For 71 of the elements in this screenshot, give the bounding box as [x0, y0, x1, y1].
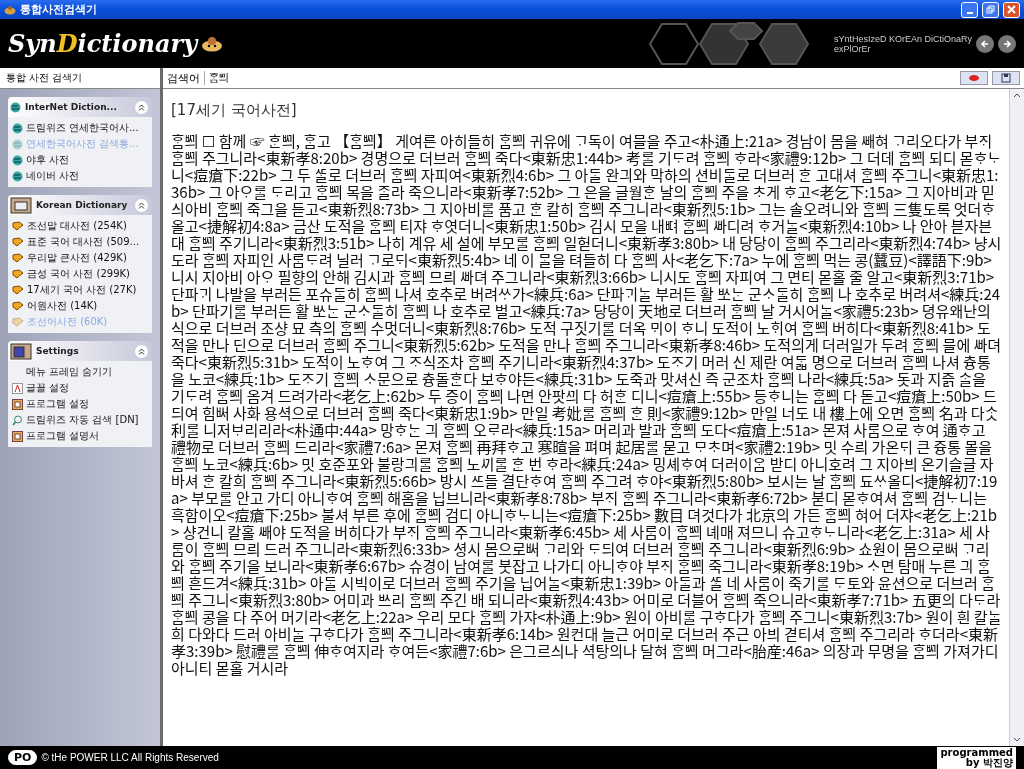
chevron-icon	[138, 201, 145, 209]
save-button[interactable]	[992, 71, 1020, 85]
film-icon	[12, 430, 23, 442]
save-icon	[1001, 73, 1011, 83]
panel-title: Settings	[36, 346, 80, 356]
restore-icon	[986, 5, 995, 14]
close-button[interactable]	[1003, 1, 1020, 18]
chevron-icon	[138, 103, 145, 111]
app-logo: SynDictionary	[8, 29, 198, 58]
sidebar-item[interactable]: 금성 국어 사전 (299K)	[12, 267, 148, 281]
eraser-button[interactable]	[960, 71, 988, 85]
result-title: [17세기 국어사전]	[171, 100, 298, 120]
globe-icon	[12, 154, 23, 166]
sidebar-item[interactable]: 드림위즈 연세한국어사...	[12, 121, 148, 135]
sidebar-item[interactable]: 프로그램 설정	[12, 397, 148, 411]
book-icon	[12, 253, 24, 263]
sidebar-item[interactable]: 글꼴 설정	[12, 381, 148, 395]
book-icon	[12, 269, 24, 279]
font-icon	[12, 382, 23, 394]
app-icon	[4, 4, 16, 15]
restore-button[interactable]	[982, 1, 999, 18]
globe-icon	[12, 138, 23, 150]
sidebar-item[interactable]: 어원사전 (14K)	[12, 299, 148, 313]
film-icon	[12, 398, 23, 410]
tagline-text: exPlOrEr	[833, 43, 872, 54]
mascot-icon	[201, 35, 224, 52]
sidebar-item[interactable]: 메뉴 프레임 숨기기	[12, 365, 148, 379]
sidebar-item[interactable]: 조선말 대사전 (254K)	[12, 219, 148, 233]
globe-icon	[10, 101, 21, 113]
window-title: 통합사전검색기	[20, 2, 98, 17]
search-label: 검색어	[167, 70, 200, 86]
magnifier-icon	[12, 414, 23, 426]
monitor-icon	[10, 342, 32, 360]
right-arrow-icon	[1002, 38, 1012, 49]
collapse-button[interactable]	[135, 100, 148, 114]
book-icon	[12, 301, 24, 311]
sidebar-item[interactable]: 프로그램 설명서	[12, 429, 148, 443]
search-field[interactable]: ᄒᆞᆷᄢᅴ	[204, 71, 956, 85]
tagline-text: sYntHesIzeD KOrEAn DiCtiOnaRy	[833, 33, 972, 44]
panel-title: Korean Dictionary	[36, 200, 129, 210]
company-logo: PO	[8, 750, 38, 765]
close-icon	[1007, 5, 1016, 14]
book-icon	[12, 221, 24, 231]
sidebar-item[interactable]: 네이버 사전	[12, 169, 148, 183]
sidebar-item[interactable]: 드림위즈 자동 검색 [DN]	[12, 413, 148, 427]
minimize-button[interactable]	[961, 1, 978, 18]
sidebar-item[interactable]: 야후 사전	[12, 153, 148, 167]
panel-header[interactable]: Settings	[8, 341, 152, 361]
sidebar-title: 통합 사전 검색기	[6, 71, 83, 85]
book-icon	[12, 237, 24, 247]
chevron-icon	[138, 347, 145, 355]
left-arrow-icon	[980, 38, 990, 49]
sidebar-item[interactable]: 17세기 국어 사전 (27K)	[12, 283, 148, 297]
copyright-text: © tHe POWER LLC All Rights Reserved	[41, 752, 220, 763]
minimize-icon	[966, 12, 973, 14]
sidebar-item[interactable]: 표준 국어 대사전 (509...	[12, 235, 148, 249]
book-icon	[12, 285, 24, 295]
panel-header[interactable]: Korean Dictionary	[8, 195, 152, 215]
panel-header[interactable]: InterNet Diction...	[8, 97, 152, 117]
globe-icon	[12, 122, 23, 134]
back-button[interactable]	[976, 34, 994, 53]
collapse-button[interactable]	[135, 198, 148, 212]
credit-badge: programmed by 박진양	[937, 746, 1016, 769]
sidebar-item[interactable]: 우리말 큰사전 (429K)	[12, 251, 148, 265]
collapse-button[interactable]	[135, 344, 148, 358]
scrollbar[interactable]	[1009, 89, 1024, 746]
panel-title: InterNet Diction...	[25, 102, 118, 112]
forward-button[interactable]	[998, 34, 1016, 53]
book-icon	[12, 317, 24, 327]
result-text: ᄒᆞᆷᄢᅴ ☐ 함께 ☞ ᄒᆞᆫᄢᅴ, ᄒᆞᆷ고 【ᄒᆞᆷᄢᅴ】 게여른 아히들히 ᄒᆞᆷᄢᅴ 귀유에 ᄀᆞ독이 여믈을 주고<朴通上:21a> 경남이 몸을 ᄲᅢ혀 ᄀᆞ리오다가 부ᄌᆡ ᄒᆞᆷᄢᅴ 주그니라<東新孝8:20b> 경명으로 더브러 ᄒᆞᆷᄢᅴ 죽다<東新忠1:44b> 考ᄅᆞᆯ 기ᄃᆞ려 ᄒᆞᆷᄢᅴ ᄒᆞ라<家禮9:12b> 그 더데 ᄒᆞᆷᄢᅴ 되디 몯ᄒᆞᄂᆞ니<痘瘡下:22b> 그 두 ᄯᆞᆯ로 더브러 ᄒᆞᆷᄢᅴ 자피여<東新烈4:6b> 그 아ᄃᆞᆯ 완긔와 막하의 션비ᄃᆞᆯ로 더브러 ᄒᆞᆫ 고대셔 ᄒᆞᆷᄢᅴ 주그니<東新忠1:36b> 그 아ᄋᆞᄅᆞᆯ ᄃᆞ리고 ᄒᆞᆷᄢᅴ 목을 ᄌᆞᆯ라 죽으니라<東新孝7:52b> 그 은을 글월ᄒᆞᆫ 날의 ᄒᆞᆷᄢᅴ 주을 ᄎᆞ게 ᄒᆞ고<老乞下:15a> 그 지아비과 믿 싀아비 ᄒᆞᆷᄢᅴ 죽그을 듣고<東新烈8:73b> 그 지아비ᄅᆞᆯ 품고 ᄒᆞᆫ 칼히 ᄒᆞᆷᄢᅴ 주그니라<東新烈5:1b> 그는 솔오려니와 ᄒᆞᆷᄢᅴ 三隻도록 엇더ᄒᆞ올고<捷解初4:8a> 금산 도적을 ᄒᆞᆷᄢᅴ 티쟈 ᄒᆞ엿더니<東新忠1:50b> 김시 모을 내ᄠᅧ ᄒᆞᆷᄢᅴ ᄲᅡ디려 ᄒᆞ거ᄂᆞᆯ<東新烈4:10b> 나 안아 븓자븐대 ᄒᆞᆷᄢᅴ 주기니라<東新烈3:51b> 나히 계유 세 설에 부모ᄅᆞᆯ ᄒᆞᆷᄢᅴ 일헏더니<東新孝3:80b> 내 당당이 ᄒᆞᆷᄢᅴ 주그리라<東新烈4:74b> 냥시 도라 ᄒᆞᆷᄢᅴ 자피인 사ᄅᆞᆷᄃᆞ려 닐러 ᄀᆞ로ᄃᆡ<東新烈5:4b> 네 이 ᄆᆞᆯ을 텨들히 다 ᄒᆞᆷᄢᅴ 사<老乞下:7a> 누에 ᄒᆞᆷᄢᅴ 먹는 콩(蠶豆)<譯語下:9b> 니시 지아비 아ᄋᆞ 필향의 안해 김시과 ᄒᆞᆷᄢᅴ 므릐 ᄲᅡ뎌 주그니라<東新烈3:66b> 니시도 ᄒᆞᆷᄢᅴ 자피여 그 면티 몯홀 줄 알고<東新烈3:71b> 단파ᄀᆡ 나발을 부러든 포슈ᄃᆞᆯ히 ᄒᆞᆷᄢᅴ 나셔 호추로 버려ᄊᆞ가<練兵:6a> 단파ᄀᆡᄂᆞᆯ 부러든 활 ᄡᅩᄂᆞᆫ 군ᄉᆞᄃᆞᆯ히 ᄒᆞᆷᄢᅴ 나 호추로 버려셔<練兵:24b> 단파기ᄅᆞᆯ 부러든 활 ᄡᅩᄂᆞᆫ 군ᄉᆞᄃᆞᆯ히 ᄒᆞᆷᄢᅴ 나 호추로 벌고<練兵:7a> 당당이 天地로 더브러 ᄒᆞᆷᄢᅴ 날 거시어ᄂᆞᆯ<家禮5:23b> 뎡유왜난의 식으로 더브러 조샹 묘 측의 ᄒᆞᆷᄢᅴ 수멋더니<東新烈8:76b> 도적 구짓기ᄅᆞᆯ 더옥 ᄆᆡ이 ᄒᆞ니 도적이 노ᄒᆡ여 ᄒᆞᆷᄢᅴ 버히다<東新烈8:41b> 도적을 만나 딘으로 더브러 ᄒᆞᆷᄢᅴ 주그니<東新烈5:62b> 도적을 만나 ᄒᆞᆷᄢᅴ 주그니라<東新孝8:46b> 도적의게 더러일가 두려 ᄒᆞᆷᄢᅴ 믈에 ᄲᅡ뎌 죽다<東新烈5:31b> 도적이 노ᄒᆞ여 그 ᄌᆞ식조차 ᄒᆞᆷᄢᅴ 주기니라<東新烈4:37b> 도ᄌᆞ기 머러 신 제란 여ᄃᆞᆲ 명으로 더브러 ᄒᆞᆷᄢᅴ 나셔 츙통을 노코<練兵:1b> 도ᄌᆞ기 ᄒᆞᆷᄢᅴ ᄉᆞ문으로 츙돌ᄒᆞᆫ다 보ᄒᆞ야든<練兵:31b> 도죽과 맛셔신 즉 군조차 ᄒᆞᆷᄢᅴ 나라<練兵:5a> 돗과 지즑 ᄉᆞᆯ을 기ᄃᆞ려 ᄒᆞᆷᄢᅴ 옴겨 드려가라<老乞上:62b> 두 증이 ᄒᆞᆷᄢᅴ 나면 안팟ᄭᅴ 다 허ᄒᆞᆫ 디니<痘瘡上:55b> 등ᄒᆞ니는 ᄒᆞᆷᄢᅴ 다 돋고<痘瘡上:50b> 드듸여 힘ᄡᅥ 사화 용셕으로 더브러 ᄒᆞᆷᄢᅴ 죽다<東新忠1:9b> 만일 考妣ᄅᆞᆯ ᄒᆞᆷᄢᅴ ᄒᆞᆫ 則<家禮9:12b> 만일 너도 내 樓上에 오면 ᄒᆞᆷᄢᅴ 名과 다ᄉᆞᆺ 利ᄅᆞᆯ 니저ᄇᆞ리리라<朴通中:44a> 망ᄒᆞᄂᆞᆫ 긔 ᄒᆞᆷᄢᅴ 오ᄅᆞ라<練兵:15a> 머리과 발과 ᄒᆞᆷᄢᅴ 도다<痘瘡上:51a> 몬져 사ᄅᆞᆷ으로 ᄒᆞ여 通ᄒᆞ고 禮物로 더브러 ᄒᆞᆷᄢᅴ 드리라<家禮7:6a> 몬져 ᄒᆞᆷᄢᅴ 再拜ᄒᆞ고 寒暄을 펴며 起居ᄅᆞᆯ 묻고 ᄆᆞᄎᆞ며<家禮2:19b> 밋 수릐 가온ᄃᆡ 큰 즁통 몰을 ᄒᆞᆷᄢᅴ 노코<練兵:6b> 밋 호준포와 불랑긔ᄅᆞᆯ ᄒᆞᆷᄢᅴ 노ᄭᅵᄅᆞᆯ ᄒᆞᆫ 번 ᄒᆞ라<練兵:24a> 밍셰ᄒᆞ여 더러이ᄋᆞᆷ 받디 아니호려 그 지아븨 온기슬글 자바셔 ᄒᆞᆫ 칼희 ᄒᆞᆷᄢᅴ 주그니라<東新烈5:66b> 방시 ᄯᅳ들 결단ᄒᆞ여 ᄒᆞᆷᄢᅴ 주그려 ᄒᆞ야<東新烈5:80b> 보시는 날 ᄒᆞᆷᄢᅴ 됴ᄊᆞ올디<捷解初7:19a> 부모ᄅᆞᆯ 안고 가디 아니ᄒᆞ여 ᄒᆞᆷᄢᅴ 해홈을 닙브니라<東新孝8:78b> 부ᄌᆡ ᄒᆞᆷᄢᅴ 주그니라<東新孝6:72b> 붇디 몯ᄒᆞ여셔 ᄒᆞᆷᄢᅴ 검ᄂᆞ니는 흑함이오<痘瘡下:25b> 불셔 부른 후에 ᄒᆞᆷᄢᅴ 검디 아니ᄒᆞᄂᆞ니는<痘瘡下:25b> 數目 뎌것다가 北京의 가든 ᄒᆞᆷᄢᅴ 혀어 더쟈<老乞上:21b> 샹건니 칼홀 ᄲᅢ야 도적을 버히다가 부ᄌᆡ ᄒᆞᆷᄢᅴ 주그니라<東新孝6:45b> 세 사ᄅᆞᆷ이 ᄒᆞᆷᄢᅴ 녜매 져므니 슈고ᄒᆞᄂᆞ니라<老乞上:31a> 세 사ᄅᆞᆷ이 ᄒᆞᆷᄢᅴ 므릐 드러 주그니라<東新烈6:33b> 셩시 몸으로ᄡᅥ ᄀᆞ리와 ᄃᆞ듸여 더브러 ᄒᆞᆷᄢᅴ 주그니라<東新烈6:9b> 쇼원이 몸으로ᄡᅥ ᄀᆞ리와 ᄒᆞᆷᄢᅴ 주기을 보니라<東新孝6:67b> 슈경이 남여ᄅᆞᆯ 붓잡고 나가디 아니ᄒᆞ야 부ᄌᆡ ᄒᆞᆷᄢᅴ 죽그니라<東新孝8:19b> ᄉᆞ면 탐매 누른 긔 ᄒᆞᆷᄢᅴ 흔드겨<練兵:31b> 아ᄃᆞᆯ 시빅이로 더브러 ᄒᆞᆷᄢᅴ 주기을 닙어ᄂᆞᆯ<東新忠1:39b> 아ᄃᆞᆯ과 ᄯᆞᆯ 네 사ᄅᆞᆷ이 죽기ᄅᆞᆯ ᄃᆞ토와 윤션으로 더브러 ᄒᆞᆷᄢᅴ 주그니<東新烈3:80b> 어미과 ᄡᅳ리 ᄒᆞᆷᄢᅴ 주긴 배 되니라<東新烈4:43b> 어미로 더블어 ᄒᆞᆷᄢᅴ 죽으니라<東新孝7:71b> 五更의 다ᄃᆞ라 ᄒᆞᆷᄢᅴ 콩을 다 주어 머기라<老乞上:22a> 우리 모다 ᄒᆞᆷᄢᅴ 가쟈<朴通上:9b> 원이 아비ᄅᆞᆯ 구ᄒᆞ다가 ᄒᆞᆷᄢᅴ 주그니<東新烈3:7b> 원이 흰 칼ᄂᆞᆯ희 다와다 드러 아비ᄂᆞᆯ 구ᄒᆞ다가 ᄒᆞᆷᄢᅴ 주그니라<東新孝6:14b> 원컨대 늘근 어미로 더브러 주근 아븨 겯티셔 ᄒᆞᆷᄢᅴ 주그리라 ᄒᆞ더라<東新孝3:39b> 慰禮ᄅᆞᆯ ᄒᆞᆷᄢᅴ 伸ᄒᆞ여지라 ᄒᆞ여든<家禮7:6b> 은그르싀나 셕탕의나 달혀 ᄒᆞᆷᄢᅴ 머그라<胎産:46a> 의장과 무명을 ᄒᆞᆷᄢᅴ 가져가디 아니티 몯홀 거시라	[171, 132, 1003, 676]
globe-icon	[12, 170, 23, 182]
